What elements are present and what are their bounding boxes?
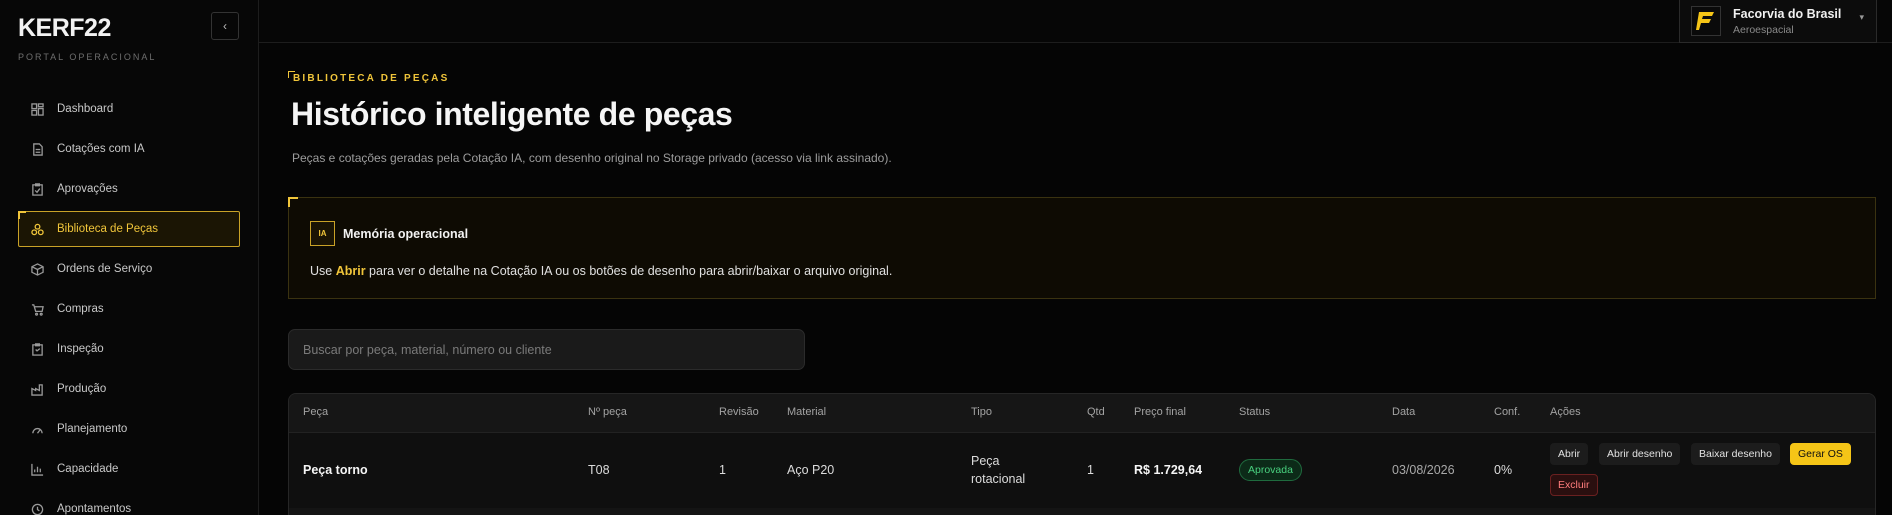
clipboard-check-icon bbox=[30, 182, 44, 196]
portal-subtitle: PORTAL OPERACIONAL bbox=[18, 52, 157, 62]
cell-data: 03/08/2026 bbox=[1392, 463, 1455, 477]
column-header-conf[interactable]: Conf. bbox=[1494, 406, 1520, 418]
column-header-data[interactable]: Data bbox=[1392, 406, 1415, 418]
cell-conf: 0% bbox=[1494, 463, 1513, 477]
cell-revisao: 1 bbox=[719, 463, 726, 477]
chevron-left-icon: ‹ bbox=[223, 19, 227, 33]
sidebar-item-label: Inspeção bbox=[57, 343, 104, 355]
open-button[interactable]: Abrir bbox=[1550, 443, 1589, 465]
parts-library-icon bbox=[30, 222, 44, 236]
app-logo[interactable]: KERF22 bbox=[18, 14, 111, 43]
cell-numero: T08 bbox=[588, 463, 610, 477]
sidebar-item-label: Cotações com IA bbox=[57, 143, 145, 155]
document-icon bbox=[30, 142, 44, 156]
sidebar-collapse-button[interactable]: ‹ bbox=[211, 12, 239, 40]
cell-preco: R$ 1.729,64 bbox=[1134, 463, 1203, 477]
open-drawing-button[interactable]: Abrir desenho bbox=[1599, 443, 1681, 465]
generate-os-button[interactable]: Gerar OS bbox=[1790, 443, 1851, 465]
sidebar-item-label: Planejamento bbox=[57, 423, 128, 435]
column-header-preco[interactable]: Preço final bbox=[1134, 406, 1186, 418]
section-eyebrow: BIBLIOTECA DE PEÇAS bbox=[287, 71, 450, 84]
sidebar-item-ordens[interactable]: Ordens de Serviço bbox=[18, 251, 240, 287]
status-badge: Aprovada bbox=[1239, 459, 1302, 481]
top-bar bbox=[259, 0, 1892, 43]
sidebar-item-label: Apontamentos bbox=[57, 503, 132, 515]
cart-icon bbox=[30, 302, 44, 316]
download-drawing-button[interactable]: Baixar desenho bbox=[1691, 443, 1780, 465]
sidebar-item-producao[interactable]: Produção bbox=[18, 371, 240, 407]
page-description: Peças e cotações geradas pela Cotação IA… bbox=[292, 151, 892, 165]
cell-tipo-line1: Peça bbox=[971, 454, 1000, 468]
sidebar-nav: Dashboard Cotações com IA Aprovações Bib… bbox=[18, 91, 240, 515]
sidebar-item-label: Capacidade bbox=[57, 463, 119, 475]
callout-title: Memória operacional bbox=[343, 227, 469, 241]
chevron-down-icon: ▾ bbox=[1859, 12, 1864, 22]
table-header: Peça Nº peça Revisão Material Tipo Qtd P… bbox=[289, 394, 1875, 432]
sidebar-item-dashboard[interactable]: Dashboard bbox=[18, 91, 240, 127]
column-header-numero[interactable]: Nº peça bbox=[588, 406, 627, 418]
column-header-revisao[interactable]: Revisão bbox=[719, 406, 759, 418]
page-title: Histórico inteligente de peças bbox=[291, 96, 733, 132]
sidebar-item-label: Aprovações bbox=[57, 183, 118, 195]
column-header-peca[interactable]: Peça bbox=[303, 406, 328, 418]
sidebar-item-compras[interactable]: Compras bbox=[18, 291, 240, 327]
sidebar-item-biblioteca[interactable]: Biblioteca de Peças bbox=[18, 211, 240, 247]
dashboard-icon bbox=[30, 102, 44, 116]
sidebar-item-label: Biblioteca de Peças bbox=[57, 223, 159, 235]
delete-button[interactable]: Excluir bbox=[1550, 474, 1598, 496]
callout-text: Use Abrir para ver o detalhe na Cotação … bbox=[310, 264, 893, 278]
cell-qtd: 1 bbox=[1087, 463, 1094, 477]
cell-tipo-line2: rotacional bbox=[971, 472, 1026, 486]
sidebar-item-aprovacoes[interactable]: Aprovações bbox=[18, 171, 240, 207]
column-header-material[interactable]: Material bbox=[787, 406, 826, 418]
parts-table: Peça Nº peça Revisão Material Tipo Qtd P… bbox=[288, 393, 1876, 515]
sidebar: KERF22 PORTAL OPERACIONAL ‹ Dashboard Co… bbox=[0, 0, 259, 515]
sidebar-item-label: Ordens de Serviço bbox=[57, 263, 153, 275]
column-header-status[interactable]: Status bbox=[1239, 406, 1270, 418]
company-switcher[interactable]: Facorvia do Brasil Aeroespacial ▾ bbox=[1679, 0, 1877, 43]
sidebar-item-inspecao[interactable]: Inspeção bbox=[18, 331, 240, 367]
bar-chart-icon bbox=[30, 462, 44, 476]
sidebar-item-planejamento[interactable]: Planejamento bbox=[18, 411, 240, 447]
factory-icon bbox=[30, 382, 44, 396]
cell-peca: Peça torno bbox=[303, 463, 368, 477]
gauge-icon bbox=[30, 422, 44, 436]
sidebar-item-apontamentos[interactable]: Apontamentos bbox=[18, 491, 240, 515]
company-sector: Aeroespacial bbox=[1733, 23, 1794, 36]
sidebar-item-capacidade[interactable]: Capacidade bbox=[18, 451, 240, 487]
ai-badge-icon: IA bbox=[310, 221, 335, 246]
column-header-tipo[interactable]: Tipo bbox=[971, 406, 992, 418]
sidebar-item-label: Dashboard bbox=[57, 103, 114, 115]
company-name: Facorvia do Brasil bbox=[1733, 6, 1842, 21]
cell-material: Aço P20 bbox=[787, 463, 835, 477]
clock-icon bbox=[30, 502, 44, 515]
column-header-acoes: Ações bbox=[1550, 406, 1581, 418]
table-row[interactable]: Peça torno T08 1 Aço P20 Peça rotacional… bbox=[289, 432, 1875, 508]
clipboard-icon bbox=[30, 342, 44, 356]
sidebar-item-label: Produção bbox=[57, 383, 107, 395]
search-input[interactable] bbox=[288, 329, 805, 370]
company-logo-icon bbox=[1691, 6, 1721, 36]
main-content: BIBLIOTECA DE PEÇAS Histórico inteligent… bbox=[259, 43, 1892, 515]
box-icon bbox=[30, 262, 44, 276]
sidebar-item-cotacoes[interactable]: Cotações com IA bbox=[18, 131, 240, 167]
info-callout: IA Memória operacional Use Abrir para ve… bbox=[288, 197, 1876, 299]
sidebar-item-label: Compras bbox=[57, 303, 104, 315]
callout-highlight: Abrir bbox=[335, 264, 366, 278]
column-header-qtd[interactable]: Qtd bbox=[1087, 406, 1105, 418]
